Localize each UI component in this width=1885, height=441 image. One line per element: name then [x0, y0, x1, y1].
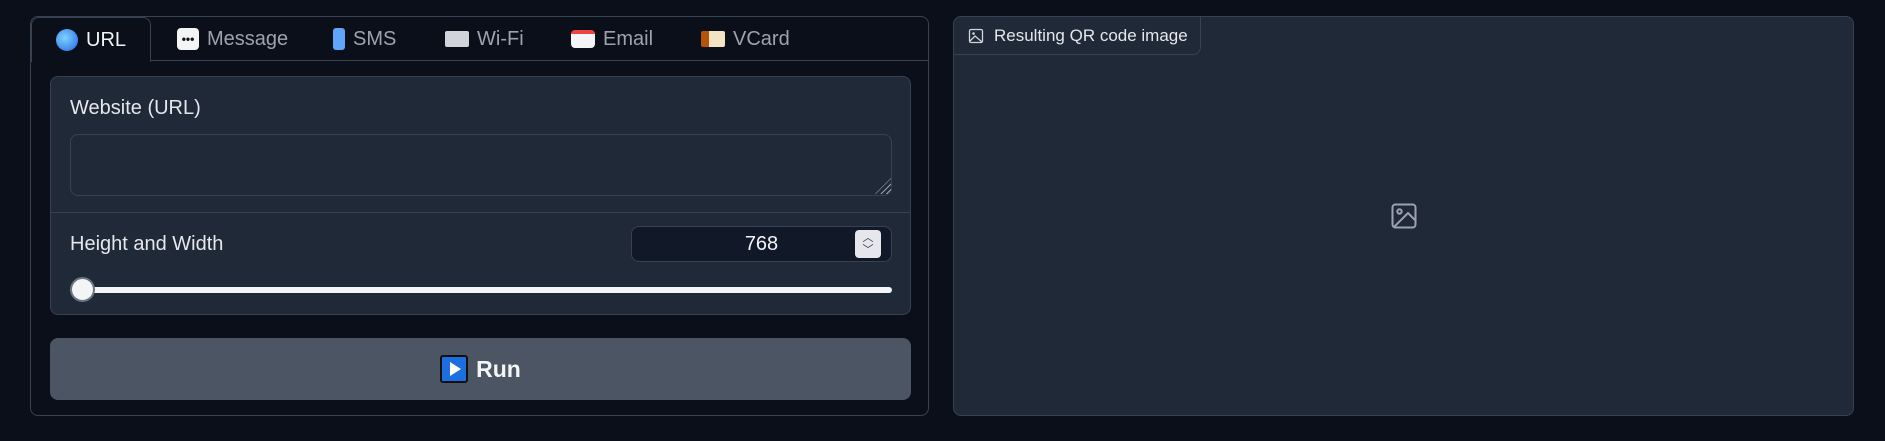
run-button[interactable]: Run: [50, 338, 911, 400]
url-field-label: Website (URL): [70, 97, 201, 119]
output-panel: Resulting QR code image: [953, 16, 1854, 416]
tab-wifi[interactable]: Wi-Fi: [445, 17, 524, 61]
tab-vcard-label: VCard: [733, 27, 790, 50]
tab-wifi-label: Wi-Fi: [477, 27, 524, 50]
url-input[interactable]: [70, 134, 892, 196]
tab-vcard[interactable]: VCard: [701, 17, 790, 61]
image-placeholder-icon: [1391, 203, 1417, 229]
tab-url[interactable]: URL: [31, 17, 152, 62]
tab-sms-label: SMS: [353, 27, 397, 50]
output-label-badge: Resulting QR code image: [954, 17, 1201, 55]
tab-sms[interactable]: SMS: [333, 17, 396, 61]
input-panel: URL ••• Message SMS Wi-Fi Email VCard We…: [30, 16, 929, 416]
id-card-icon: [701, 31, 725, 47]
image-icon: [968, 28, 984, 43]
tab-message[interactable]: ••• Message: [177, 17, 288, 61]
tab-bar: URL ••• Message SMS Wi-Fi Email VCard: [31, 17, 928, 62]
mobile-phone-icon: [333, 28, 345, 50]
play-button-icon: [440, 355, 469, 383]
tab-message-label: Message: [207, 27, 289, 50]
size-number-input[interactable]: 768 ︿ ﹀: [631, 226, 892, 262]
size-field-label: Height and Width: [70, 233, 224, 255]
size-block: Height and Width 768 ︿ ﹀: [50, 212, 911, 315]
tab-url-label: URL: [86, 28, 127, 51]
size-value: 768: [744, 232, 779, 255]
mailbox-icon: [571, 30, 595, 48]
stepper-icon[interactable]: ︿ ﹀: [855, 230, 881, 258]
globe-icon: [56, 29, 78, 51]
speech-bubble-icon: •••: [177, 28, 199, 50]
size-slider-thumb[interactable]: [70, 277, 95, 302]
radio-icon: [445, 31, 469, 47]
url-block: Website (URL): [50, 76, 911, 213]
output-label: Resulting QR code image: [994, 25, 1188, 45]
size-slider-track[interactable]: [70, 287, 892, 293]
run-button-label: Run: [476, 355, 521, 382]
tab-email[interactable]: Email: [571, 17, 653, 61]
tab-email-label: Email: [603, 27, 654, 50]
